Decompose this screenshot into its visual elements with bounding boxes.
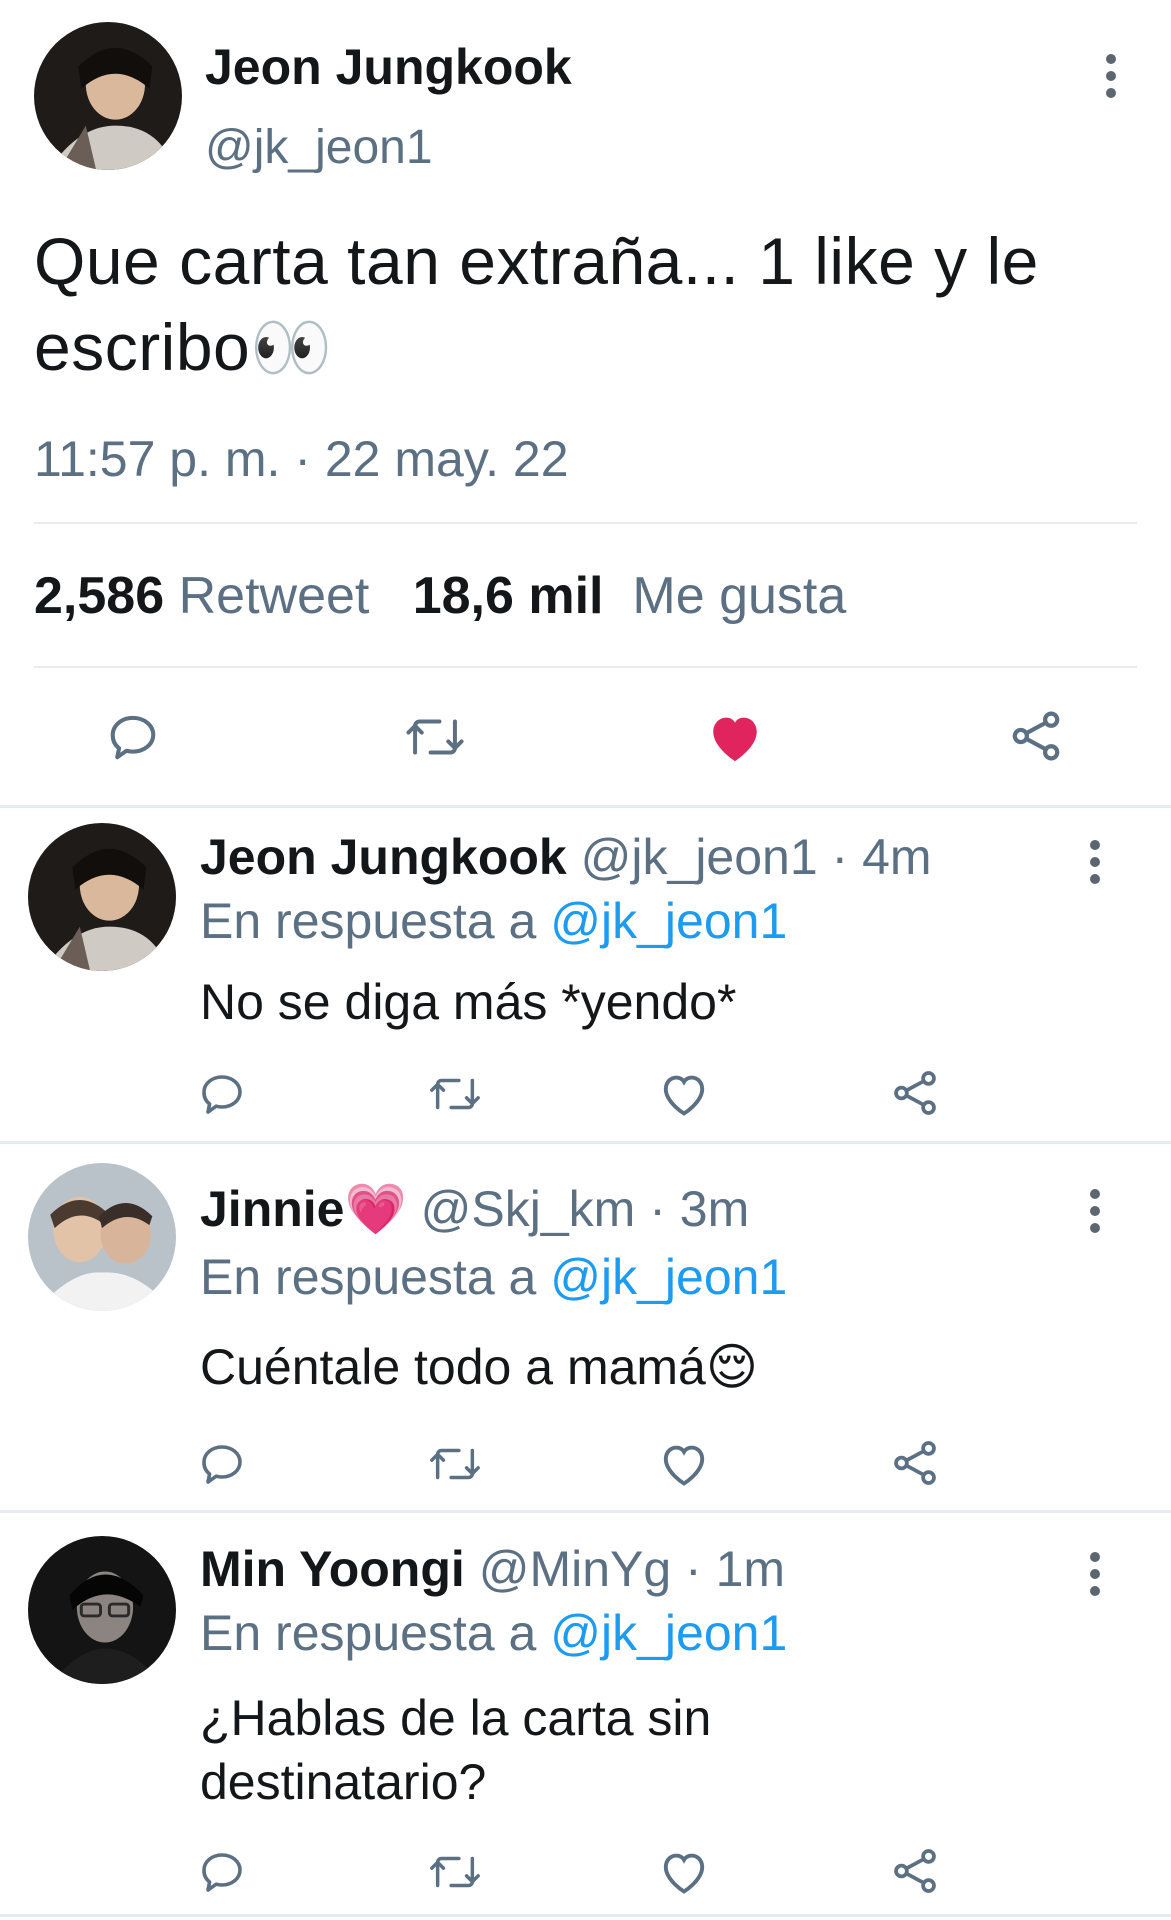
- like-icon[interactable]: [658, 1070, 710, 1118]
- reply-mention-link[interactable]: @jk_jeon1: [550, 893, 787, 949]
- reply-prefix: En respuesta a: [200, 1605, 537, 1661]
- reply-author-name[interactable]: Min Yoongi: [200, 1541, 465, 1597]
- more-options-icon[interactable]: [1088, 1189, 1102, 1240]
- more-options-icon[interactable]: [1088, 840, 1102, 891]
- reply-icon[interactable]: [198, 1440, 246, 1488]
- reply-mention-link[interactable]: @jk_jeon1: [550, 1605, 787, 1661]
- section-separator: [0, 805, 1171, 808]
- reply-avatar[interactable]: [28, 823, 176, 971]
- main-tweet-text: Que carta tan extraña... 1 like y le esc…: [34, 224, 1039, 384]
- reply-icon[interactable]: [106, 710, 160, 764]
- reply-icon[interactable]: [198, 1070, 246, 1118]
- reply-context: En respuesta a @jk_jeon1: [200, 1604, 787, 1662]
- reply-text: Cuéntale todo a mamá😌: [200, 1339, 758, 1395]
- share-icon[interactable]: [890, 1438, 940, 1488]
- main-author-name[interactable]: Jeon Jungkook: [205, 38, 572, 96]
- reply-mention-link[interactable]: @jk_jeon1: [550, 1249, 787, 1305]
- like-icon[interactable]: [658, 1848, 710, 1896]
- reply-header: Min Yoongi @MinYg · 1m: [200, 1540, 785, 1598]
- like-icon[interactable]: [658, 1440, 710, 1488]
- reply-avatar[interactable]: [28, 1163, 176, 1311]
- reply-icon[interactable]: [198, 1848, 246, 1896]
- reply-author-name[interactable]: Jinnie💗: [200, 1181, 407, 1237]
- reply-prefix: En respuesta a: [200, 893, 537, 949]
- reply-handle-time[interactable]: @jk_jeon1 · 4m: [581, 829, 932, 885]
- reply-author-name[interactable]: Jeon Jungkook: [200, 829, 567, 885]
- retweet-icon[interactable]: [428, 1850, 482, 1894]
- share-icon[interactable]: [890, 1846, 940, 1896]
- reply-header: Jeon Jungkook @jk_jeon1 · 4m: [200, 828, 932, 886]
- main-author-handle[interactable]: @jk_jeon1: [205, 120, 433, 175]
- main-tweet-timestamp: 11:57 p. m. · 22 may. 22: [34, 431, 569, 487]
- retweets-label[interactable]: Retweet: [179, 567, 370, 625]
- divider: [34, 522, 1137, 524]
- more-options-icon[interactable]: [1088, 1552, 1102, 1603]
- section-separator: [0, 1141, 1171, 1144]
- retweet-icon[interactable]: [404, 712, 466, 762]
- share-icon[interactable]: [890, 1068, 940, 1118]
- retweets-count[interactable]: 2,586: [34, 567, 164, 625]
- reply-avatar[interactable]: [28, 1536, 176, 1684]
- tweet-stats: 2,586 Retweet 18,6 mil Me gusta: [34, 566, 846, 626]
- reply-prefix: En respuesta a: [200, 1249, 537, 1305]
- section-separator: [0, 1510, 1171, 1513]
- likes-count[interactable]: 18,6 mil: [413, 567, 604, 625]
- more-options-icon[interactable]: [1104, 54, 1118, 105]
- reply-text: No se diga más *yendo*: [200, 974, 737, 1030]
- section-separator: [0, 1914, 1171, 1917]
- divider: [34, 666, 1137, 668]
- reply-handle-time[interactable]: @Skj_km · 3m: [421, 1181, 750, 1237]
- likes-label[interactable]: Me gusta: [632, 567, 846, 625]
- reply-context: En respuesta a @jk_jeon1: [200, 1248, 787, 1306]
- reply-context: En respuesta a @jk_jeon1: [200, 892, 787, 950]
- reply-handle-time[interactable]: @MinYg · 1m: [479, 1541, 785, 1597]
- retweet-icon[interactable]: [428, 1442, 482, 1486]
- reply-header: Jinnie💗 @Skj_km · 3m: [200, 1180, 749, 1239]
- retweet-icon[interactable]: [428, 1072, 482, 1116]
- share-icon[interactable]: [1008, 708, 1064, 764]
- main-author-avatar[interactable]: [34, 22, 182, 170]
- reply-text: ¿Hablas de la carta sin destinatario?: [200, 1690, 712, 1810]
- like-icon[interactable]: [706, 710, 764, 764]
